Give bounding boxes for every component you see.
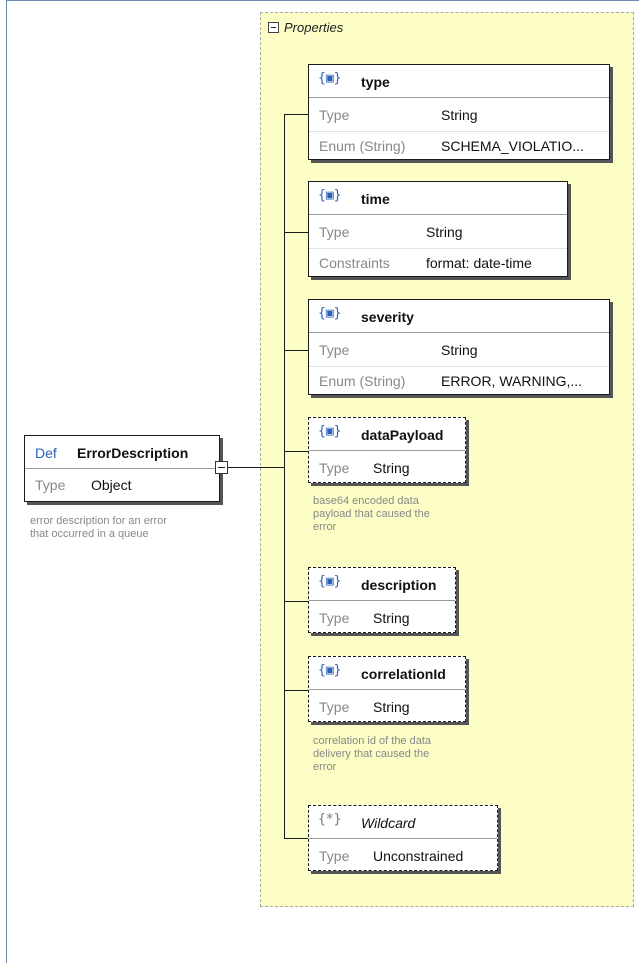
- property-name: severity: [361, 309, 414, 325]
- connector-description: [284, 601, 308, 602]
- property-icon: {▣}: [318, 71, 342, 86]
- def-tag: Def: [35, 445, 57, 461]
- connector-trunk: [284, 114, 285, 838]
- row-label: Type: [319, 107, 350, 123]
- property-name: dataPayload: [361, 427, 444, 443]
- connector-type: [284, 114, 308, 115]
- connector-correlationid: [284, 690, 308, 691]
- row-value: String: [373, 610, 410, 626]
- properties-label: Properties: [284, 20, 344, 35]
- row-value: format: date-time: [426, 255, 532, 271]
- property-correlationid-box[interactable]: {▣} correlationId Type String: [308, 656, 466, 722]
- row-label: Constraints: [319, 255, 390, 271]
- row-label: Type: [319, 699, 350, 715]
- property-type-box[interactable]: {▣} type Type String Enum (String) SCHEM…: [308, 64, 610, 160]
- property-datapayload-box[interactable]: {▣} dataPayload Type String: [308, 417, 466, 483]
- def-type-value: Object: [91, 477, 132, 493]
- connector-time: [284, 232, 308, 233]
- property-icon: {▣}: [318, 663, 342, 678]
- datapayload-note: base64 encoded data payload that caused …: [313, 495, 430, 533]
- wildcard-icon: {*}: [318, 812, 342, 827]
- property-name: description: [361, 577, 437, 593]
- connector-datapayload: [284, 451, 308, 452]
- property-time-box[interactable]: {▣} time Type String Constraints format:…: [308, 181, 568, 277]
- row-value: String: [426, 224, 463, 240]
- error-description-def-box[interactable]: Def ErrorDescription Type Object: [24, 435, 220, 502]
- row-label: Type: [319, 342, 350, 358]
- row-value: String: [441, 107, 478, 123]
- def-note: error description for an error that occu…: [30, 515, 167, 540]
- property-description-box[interactable]: {▣} description Type String: [308, 567, 456, 633]
- row-label: Enum (String): [319, 373, 406, 389]
- row-value: SCHEMA_VIOLATIO...: [441, 138, 584, 154]
- property-name: correlationId: [361, 666, 446, 682]
- def-name: ErrorDescription: [77, 445, 189, 461]
- def-type-label: Type: [35, 477, 66, 493]
- row-value: String: [373, 460, 410, 476]
- wildcard-name: Wildcard: [361, 815, 416, 831]
- row-value: String: [373, 699, 410, 715]
- properties-collapse-icon[interactable]: [268, 22, 279, 33]
- connector-wildcard: [284, 838, 308, 839]
- correlationid-note: correlation id of the data delivery that…: [313, 735, 432, 773]
- row-value: Unconstrained: [373, 848, 464, 864]
- property-name: type: [361, 74, 390, 90]
- def-collapse-icon[interactable]: [215, 461, 228, 474]
- property-icon: {▣}: [318, 424, 342, 439]
- property-icon: {▣}: [318, 574, 342, 589]
- property-icon: {▣}: [318, 306, 342, 321]
- row-value: ERROR, WARNING,...: [441, 373, 583, 389]
- row-label: Type: [319, 460, 350, 476]
- connector-severity: [284, 350, 308, 351]
- property-severity-box[interactable]: {▣} severity Type String Enum (String) E…: [308, 299, 610, 395]
- connector-root: [228, 467, 284, 468]
- row-label: Type: [319, 848, 350, 864]
- property-name: time: [361, 191, 390, 207]
- row-label: Type: [319, 224, 350, 240]
- row-label: Type: [319, 610, 350, 626]
- property-icon: {▣}: [318, 188, 342, 203]
- row-label: Enum (String): [319, 138, 406, 154]
- row-value: String: [441, 342, 478, 358]
- wildcard-box[interactable]: {*} Wildcard Type Unconstrained: [308, 805, 498, 871]
